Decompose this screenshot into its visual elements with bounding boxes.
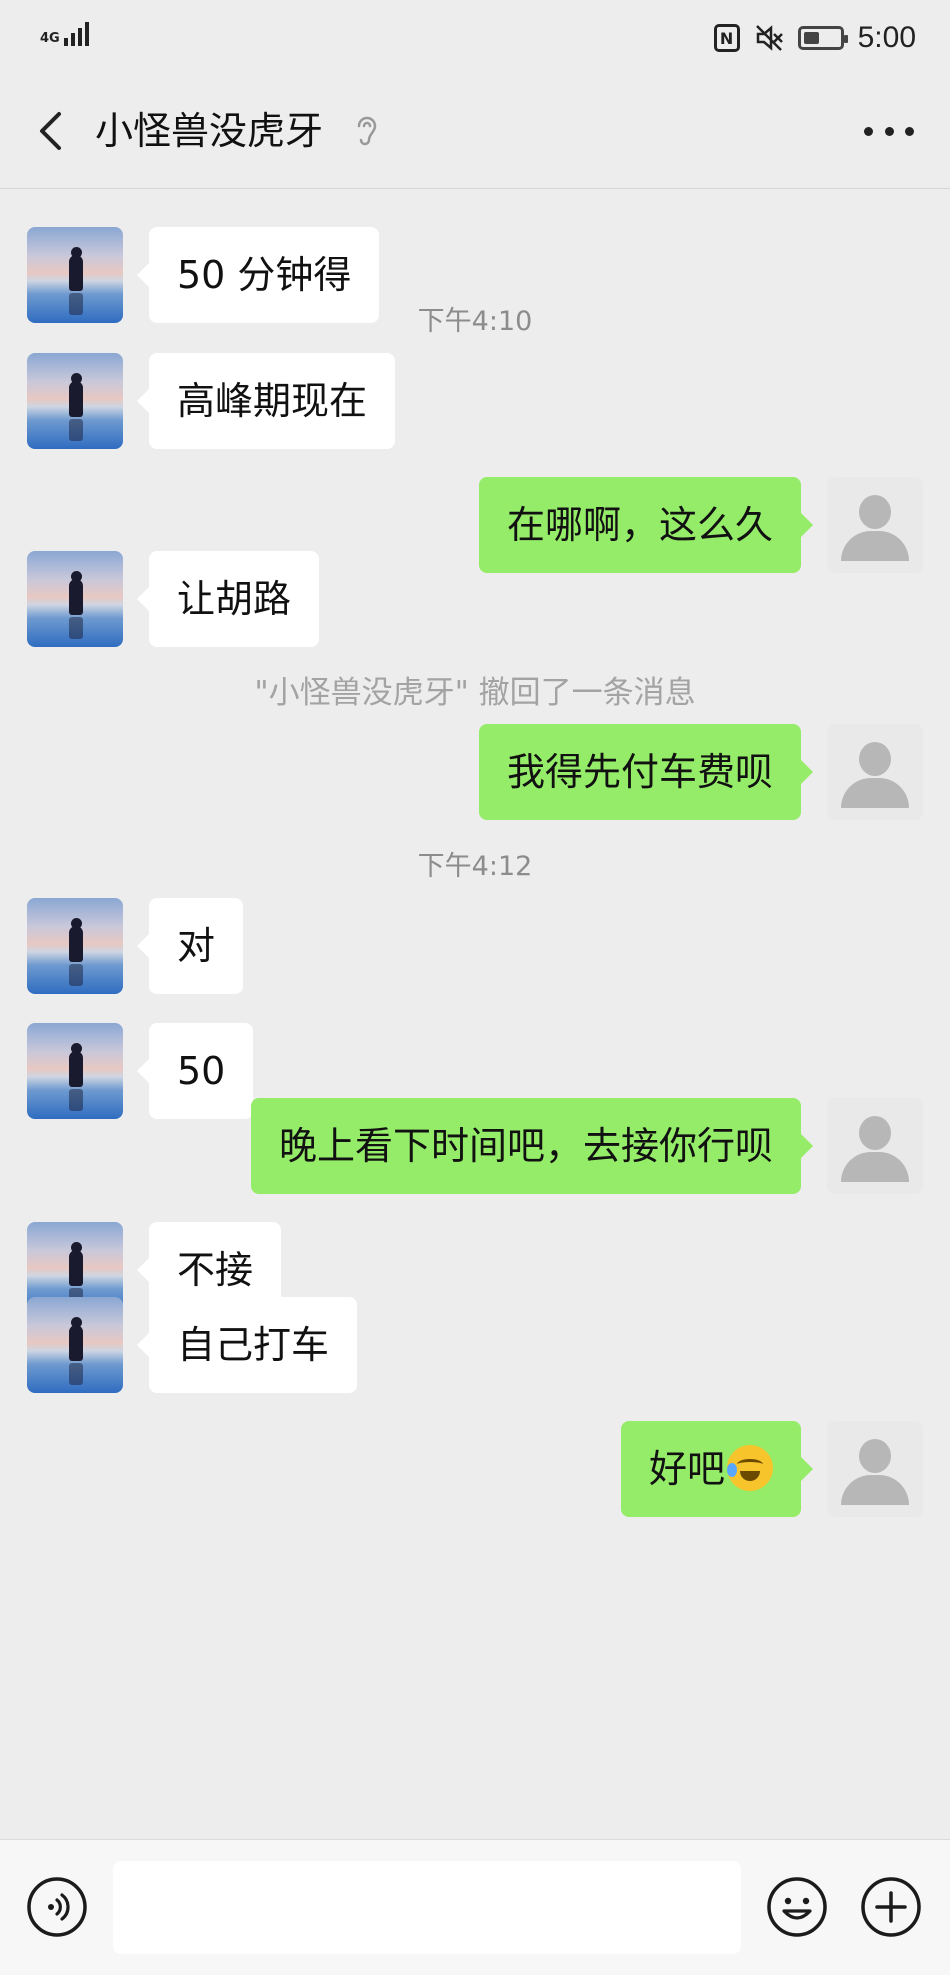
earpiece-mode-icon bbox=[357, 116, 377, 146]
my-avatar-icon[interactable] bbox=[827, 1421, 923, 1517]
nfc-icon: N bbox=[713, 24, 740, 52]
my-avatar-icon[interactable] bbox=[827, 1098, 923, 1194]
signal-area: 4G bbox=[40, 18, 89, 46]
message-bubble[interactable]: 我得先付车费呗 bbox=[478, 724, 814, 820]
received-message: 自己打车 bbox=[0, 1297, 950, 1393]
message-input[interactable] bbox=[113, 1861, 741, 1954]
message-bubble[interactable]: 对 bbox=[136, 898, 244, 994]
battery-level bbox=[803, 32, 819, 44]
message-bubble[interactable]: 让胡路 bbox=[136, 551, 320, 647]
message-list[interactable]: 50 分钟得下午4:10 高峰期现在在哪啊，这么久让胡路 "小怪兽没虎牙" 撤回了一… bbox=[0, 189, 950, 1839]
clock: 5:00 bbox=[857, 21, 916, 54]
contact-avatar[interactable] bbox=[27, 1297, 123, 1393]
contact-avatar[interactable] bbox=[27, 898, 123, 994]
contact-avatar[interactable] bbox=[27, 551, 123, 647]
mute-icon bbox=[755, 25, 783, 51]
sent-message: 晚上看下时间吧，去接你行呗 bbox=[0, 1098, 950, 1194]
message-text: 好吧 bbox=[648, 1447, 725, 1491]
message-text: 50 分钟得 bbox=[177, 253, 352, 297]
timestamp: 下午4:10 bbox=[417, 306, 533, 337]
message-bubble[interactable]: 晚上看下时间吧，去接你行呗 bbox=[250, 1098, 814, 1194]
message-bubble[interactable]: 好吧 bbox=[620, 1421, 814, 1517]
message-text: 高峰期现在 bbox=[177, 379, 368, 423]
battery-icon bbox=[797, 26, 848, 50]
contact-avatar[interactable] bbox=[27, 353, 123, 449]
received-message: 对 bbox=[0, 898, 950, 994]
sent-message: 我得先付车费呗 bbox=[0, 724, 950, 820]
plus-icon[interactable] bbox=[860, 1876, 922, 1938]
chat-header: 小怪兽没虎牙 bbox=[0, 76, 950, 189]
message-text: 对 bbox=[177, 924, 216, 968]
message-text: 晚上看下时间吧，去接你行呗 bbox=[278, 1124, 773, 1168]
message-text: 我得先付车费呗 bbox=[506, 750, 773, 794]
status-right: N 5:00 bbox=[713, 18, 916, 58]
signal-icon bbox=[63, 18, 89, 46]
voice-input-icon[interactable] bbox=[26, 1876, 88, 1938]
sent-message: 好吧 bbox=[0, 1421, 950, 1517]
message-bubble[interactable]: 自己打车 bbox=[136, 1297, 358, 1393]
recall-notice: "小怪兽没虎牙" 撤回了一条消息 bbox=[254, 675, 696, 711]
received-message: 高峰期现在 bbox=[0, 353, 950, 449]
received-message: 让胡路 bbox=[0, 551, 950, 647]
emoji-icon[interactable] bbox=[766, 1876, 828, 1938]
message-text: 让胡路 bbox=[177, 577, 292, 621]
more-options-icon[interactable] bbox=[864, 116, 914, 146]
timestamp: 下午4:12 bbox=[417, 851, 533, 882]
crying-laughing-emoji-icon bbox=[727, 1444, 773, 1491]
message-text: 在哪啊，这么久 bbox=[506, 503, 773, 547]
network-type: 4G bbox=[40, 31, 60, 46]
input-bar bbox=[0, 1839, 950, 1975]
status-bar: 4G N 5:00 bbox=[0, 0, 950, 76]
my-avatar-icon[interactable] bbox=[827, 724, 923, 820]
message-text: 50 bbox=[177, 1049, 226, 1093]
chat-title: 小怪兽没虎牙 bbox=[95, 109, 324, 153]
message-bubble[interactable]: 高峰期现在 bbox=[136, 353, 396, 449]
back-arrow-icon[interactable] bbox=[28, 106, 78, 156]
message-text: 自己打车 bbox=[177, 1323, 330, 1367]
message-text: 不接 bbox=[177, 1248, 254, 1292]
